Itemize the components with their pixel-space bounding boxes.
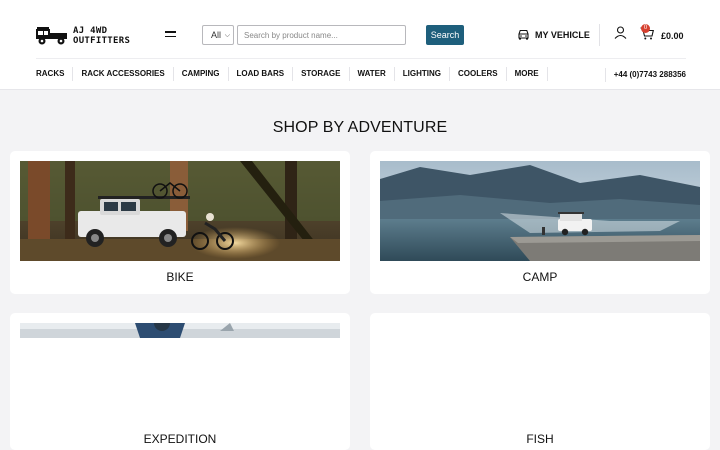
- cart-total[interactable]: £0.00: [661, 31, 684, 41]
- card-label-bike: BIKE: [166, 270, 194, 284]
- brand-logo[interactable]: AJ 4WD OUTFITTERS: [35, 23, 135, 49]
- header-divider: [599, 24, 600, 46]
- bike-photo: [20, 161, 340, 261]
- chevron-down-icon: ⌵: [224, 32, 230, 39]
- cart-count-badge: 0: [641, 24, 650, 33]
- car-icon: [518, 29, 529, 40]
- card-label-camp: CAMP: [522, 270, 558, 284]
- search-input[interactable]: [237, 25, 406, 45]
- nav-item-more[interactable]: MORE: [507, 67, 548, 81]
- nav-item-racks[interactable]: RACKS: [36, 67, 74, 81]
- adventure-card-fish[interactable]: FISH: [370, 313, 710, 450]
- main-nav: RACKS RACK ACCESSORIES CAMPING LOAD BARS…: [36, 58, 686, 89]
- brand-name-line2: OUTFITTERS: [73, 36, 131, 46]
- nav-item-coolers[interactable]: COOLERS: [450, 67, 507, 81]
- brand-name-line1: AJ 4WD: [73, 26, 108, 36]
- card-label-expedition: EXPEDITION: [143, 432, 217, 446]
- camp-photo: [380, 161, 700, 261]
- fish-photo: [380, 323, 700, 325]
- search-button[interactable]: Search: [426, 25, 464, 45]
- nav-item-lighting[interactable]: LIGHTING: [395, 67, 451, 81]
- nav-item-camping[interactable]: CAMPING: [174, 67, 229, 81]
- expedition-photo: [20, 323, 340, 338]
- brand-name: AJ 4WD OUTFITTERS: [73, 26, 130, 46]
- search-category-value: All: [211, 30, 222, 40]
- user-account-icon[interactable]: [614, 26, 627, 39]
- nav-item-load-bars[interactable]: LOAD BARS: [229, 67, 294, 81]
- adventure-card-bike[interactable]: BIKE: [10, 151, 350, 294]
- adventure-card-expedition[interactable]: EXPEDITION: [10, 313, 350, 450]
- adventure-card-camp[interactable]: CAMP: [370, 151, 710, 294]
- nav-item-rack-accessories[interactable]: RACK ACCESSORIES: [73, 67, 174, 81]
- truck-logo-icon: [36, 27, 67, 45]
- site-header: AJ 4WD OUTFITTERS All ⌵ Search MY VEHICL…: [0, 0, 720, 90]
- menu-hamburger-icon[interactable]: [165, 31, 176, 40]
- phone-number[interactable]: +44 (0)7743 288356: [604, 68, 686, 82]
- nav-item-water[interactable]: WATER: [350, 67, 395, 81]
- my-vehicle-button[interactable]: MY VEHICLE: [517, 29, 590, 40]
- my-vehicle-label: MY VEHICLE: [535, 29, 590, 40]
- card-label-fish: FISH: [526, 432, 554, 446]
- nav-item-storage[interactable]: STORAGE: [293, 67, 350, 81]
- page-title: SHOP BY ADVENTURE: [272, 119, 448, 136]
- search-category-select[interactable]: All ⌵: [202, 25, 234, 45]
